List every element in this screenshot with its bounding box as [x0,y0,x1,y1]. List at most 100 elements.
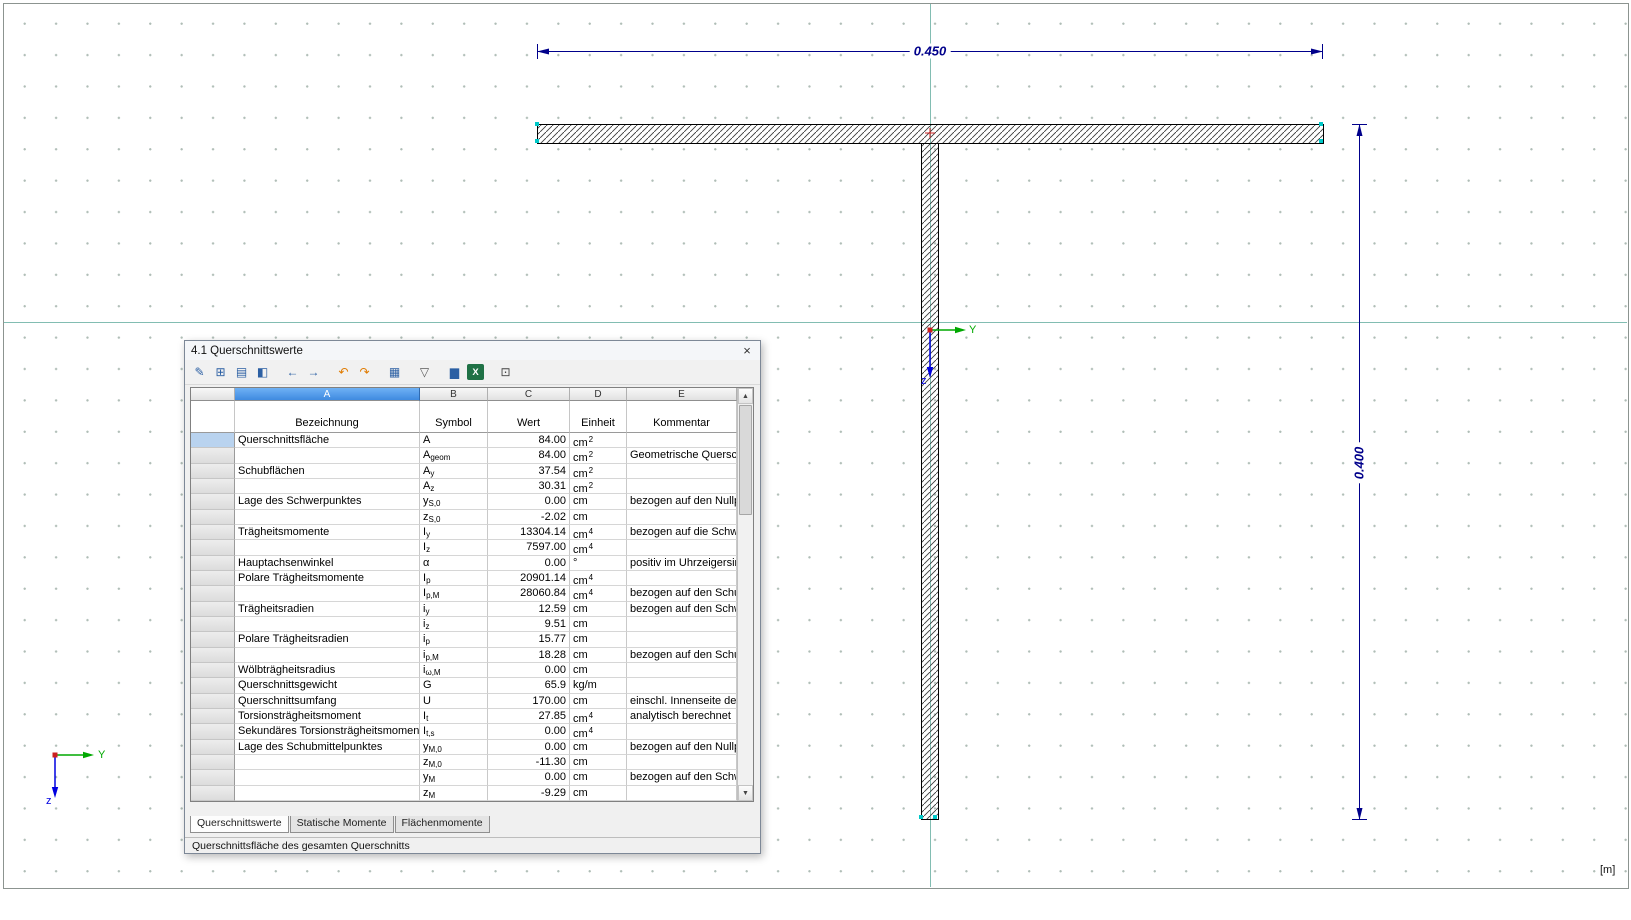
column-header-c[interactable]: C [488,388,570,401]
cell-bezeichnung[interactable] [235,648,420,663]
cell-einheit[interactable]: cm4 [570,586,627,601]
cell-kommentar[interactable] [627,632,737,647]
cell-wert[interactable]: 15.77 [488,632,570,647]
row-header[interactable] [191,648,235,663]
cell-einheit[interactable]: cm4 [570,709,627,724]
row-header[interactable] [191,525,235,540]
cell-wert[interactable]: 65.9 [488,678,570,693]
table-row[interactable]: Ip,M28060.84cm4bezogen auf den Schu [191,586,753,601]
scrollbar-thumb[interactable] [739,405,752,515]
cell-wert[interactable]: 84.00 [488,448,570,463]
row-header[interactable] [191,479,235,494]
table-row[interactable]: Sekundäres TorsionsträgheitsmomentIt,s0.… [191,724,753,739]
row-header[interactable] [191,709,235,724]
table-row[interactable]: TrägheitsmomenteIy13304.14cm4bezogen auf… [191,525,753,540]
cell-symbol[interactable]: U [420,694,488,709]
row-header[interactable] [191,786,235,801]
row-header[interactable] [191,663,235,678]
table-row[interactable]: Az30.31cm2 [191,479,753,494]
table-row[interactable]: Trägheitsradieniy12.59cmbezogen auf den … [191,602,753,617]
row-header[interactable] [191,448,235,463]
row-header[interactable] [191,724,235,739]
cell-kommentar[interactable] [627,755,737,770]
cell-bezeichnung[interactable]: Hauptachsenwinkel [235,556,420,571]
cell-einheit[interactable]: cm2 [570,464,627,479]
cell-einheit[interactable]: cm [570,494,627,509]
cell-wert[interactable]: 37.54 [488,464,570,479]
column-header-a[interactable]: A [235,388,420,401]
table-row[interactable]: QuerschnittsumfangU170.00cmeinschl. Inne… [191,694,753,709]
cell-symbol[interactable]: α [420,556,488,571]
cell-einheit[interactable]: cm4 [570,525,627,540]
cell-wert[interactable]: 12.59 [488,602,570,617]
cell-symbol[interactable]: Ay [420,464,488,479]
header-symbol[interactable]: Symbol [420,401,488,433]
cell-kommentar[interactable]: bezogen auf den Schu [627,648,737,663]
table-row[interactable]: QuerschnittsgewichtG65.9kg/m [191,678,753,693]
cell-kommentar[interactable]: bezogen auf die Schw [627,525,737,540]
column-header-b[interactable]: B [420,388,488,401]
cell-kommentar[interactable] [627,617,737,632]
cell-einheit[interactable]: cm [570,510,627,525]
cell-wert[interactable]: 0.00 [488,494,570,509]
cell-bezeichnung[interactable]: Trägheitsmomente [235,525,420,540]
cell-einheit[interactable]: cm2 [570,433,627,448]
next-table-icon[interactable]: → [303,362,324,382]
cell-kommentar[interactable] [627,678,737,693]
header-einheit[interactable]: Einheit [570,401,627,433]
cell-symbol[interactable]: yS,0 [420,494,488,509]
table-row[interactable]: SchubflächenAy37.54cm2 [191,464,753,479]
cell-wert[interactable]: 0.00 [488,663,570,678]
table-row[interactable]: Hauptachsenwinkelα0.00°positiv im Uhrzei… [191,556,753,571]
redo-icon[interactable]: ↷ [354,362,375,382]
cell-wert[interactable]: 20901.14 [488,571,570,586]
cell-bezeichnung[interactable] [235,617,420,632]
cell-bezeichnung[interactable]: Lage des Schwerpunktes [235,494,420,509]
table-row[interactable]: Lage des SchwerpunktesyS,00.00cmbezogen … [191,494,753,509]
cell-bezeichnung[interactable]: Lage des Schubmittelpunktes [235,740,420,755]
cell-bezeichnung[interactable] [235,586,420,601]
cell-symbol[interactable]: Iy [420,525,488,540]
table-settings-icon[interactable]: ⊞ [210,362,231,382]
cell-wert[interactable]: 18.28 [488,648,570,663]
decimal-places-icon[interactable]: ▤ [231,362,252,382]
cell-symbol[interactable]: iz [420,617,488,632]
row-header[interactable] [191,510,235,525]
excel-export-icon[interactable]: X [467,364,484,380]
cell-wert[interactable]: 7597.00 [488,540,570,555]
cell-kommentar[interactable] [627,724,737,739]
cell-kommentar[interactable] [627,479,737,494]
cell-bezeichnung[interactable]: Sekundäres Torsionsträgheitsmoment [235,724,420,739]
cell-einheit[interactable]: cm4 [570,571,627,586]
cell-kommentar[interactable]: positiv im Uhrzeigersinn [627,556,737,571]
cell-kommentar[interactable]: Geometrische Quersch [627,448,737,463]
cell-symbol[interactable]: iω,M [420,663,488,678]
cell-symbol[interactable]: It,s [420,724,488,739]
cell-kommentar[interactable] [627,464,737,479]
column-view-icon[interactable]: ◧ [252,362,273,382]
cell-symbol[interactable]: zM [420,786,488,801]
undo-icon[interactable]: ↶ [333,362,354,382]
cell-wert[interactable]: 0.00 [488,724,570,739]
row-header[interactable] [191,556,235,571]
cell-symbol[interactable]: Ip,M [420,586,488,601]
cell-einheit[interactable]: cm4 [570,540,627,555]
cell-einheit[interactable]: cm [570,663,627,678]
cell-symbol[interactable]: Ip [420,571,488,586]
cell-bezeichnung[interactable] [235,479,420,494]
cell-kommentar[interactable]: einschl. Innenseite der [627,694,737,709]
cell-symbol[interactable]: zS,0 [420,510,488,525]
tab-statische-momente[interactable]: Statische Momente [290,816,394,833]
vertical-scrollbar[interactable]: ▲ ▼ [737,388,753,801]
cell-bezeichnung[interactable] [235,448,420,463]
cell-einheit[interactable]: kg/m [570,678,627,693]
row-header[interactable] [191,755,235,770]
table-row[interactable]: zM,0-11.30cm [191,755,753,770]
row-header[interactable] [191,632,235,647]
cell-symbol[interactable]: Iz [420,540,488,555]
cell-bezeichnung[interactable] [235,770,420,785]
header-wert[interactable]: Wert [488,401,570,433]
cell-einheit[interactable]: cm [570,648,627,663]
header-bezeichnung[interactable]: Bezeichnung [235,401,420,433]
cell-kommentar[interactable]: bezogen auf den Schu [627,586,737,601]
